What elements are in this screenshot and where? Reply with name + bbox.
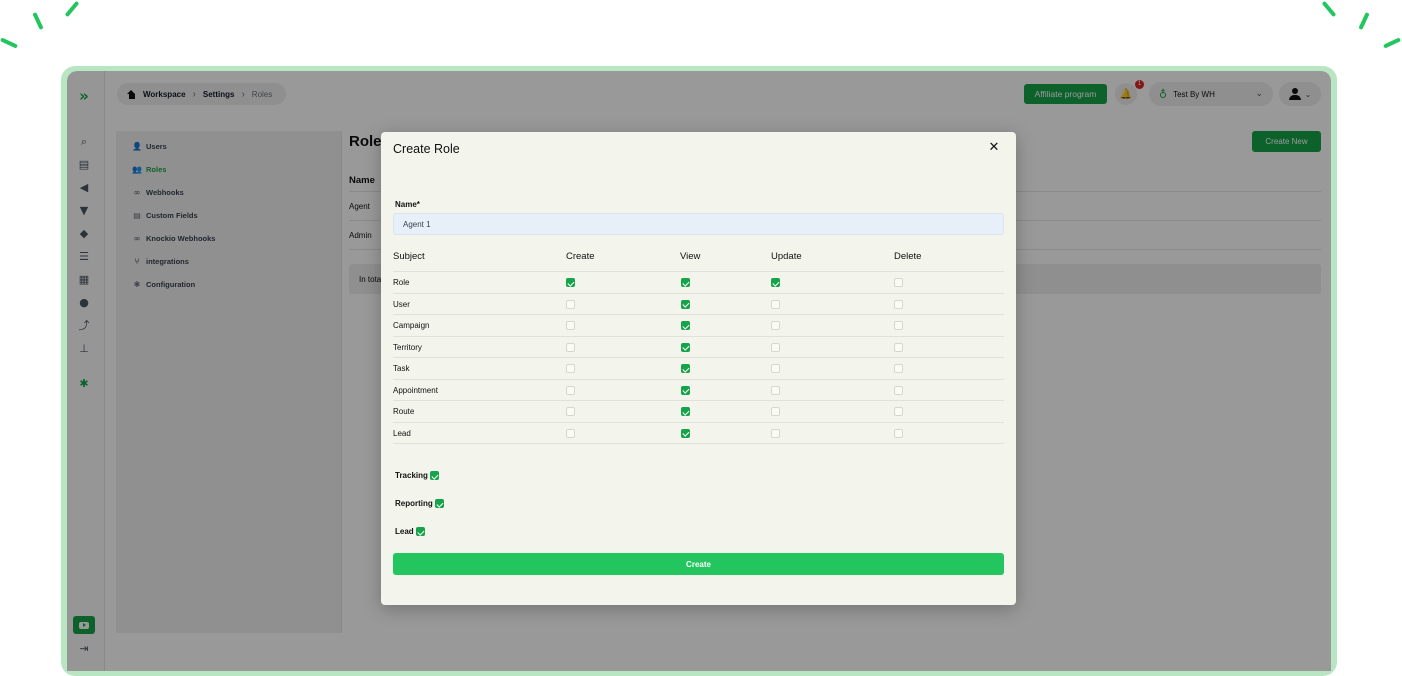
delete-permission-checkbox[interactable] xyxy=(894,385,903,395)
view-permission-checkbox[interactable] xyxy=(681,364,690,373)
create-button[interactable]: Create xyxy=(393,553,1004,575)
permission-row: Lead xyxy=(393,423,1004,444)
sparkle-decoration xyxy=(32,11,44,31)
view-permission-checkbox[interactable] xyxy=(681,385,690,395)
permission-row: Territory xyxy=(393,337,1004,358)
create-permission-checkbox[interactable] xyxy=(566,321,575,330)
name-label: Name* xyxy=(395,200,420,209)
permission-subject: Appointment xyxy=(393,385,438,395)
app-window: » ⌕ ▤ ◀ ▼ ◆ ☰ ▦ ● ⤴ ⊥ ✱ ⇥ Workspace › Se… xyxy=(67,71,1331,671)
permissions-table: Subject Create View Update Delete Role Us… xyxy=(393,246,1004,444)
modal-title: Create Role xyxy=(393,142,460,156)
delete-permission-checkbox[interactable] xyxy=(894,407,903,416)
permission-row: Campaign xyxy=(393,315,1004,337)
create-permission-checkbox[interactable] xyxy=(566,428,575,438)
update-permission-checkbox[interactable] xyxy=(771,342,780,352)
sparkle-decoration xyxy=(1382,37,1402,49)
permission-subject: Task xyxy=(393,364,410,373)
view-permission-checkbox[interactable] xyxy=(681,428,690,438)
lead-checkbox[interactable] xyxy=(415,527,425,536)
permission-row: Task xyxy=(393,358,1004,380)
column-create: Create xyxy=(566,251,595,262)
delete-permission-checkbox[interactable] xyxy=(894,428,903,438)
sparkle-decoration xyxy=(0,37,19,49)
permission-row: Appointment xyxy=(393,380,1004,401)
delete-permission-checkbox[interactable] xyxy=(894,364,903,373)
reporting-option: Reporting xyxy=(395,499,444,508)
create-permission-checkbox[interactable] xyxy=(566,364,575,373)
update-permission-checkbox[interactable] xyxy=(771,321,780,330)
close-icon[interactable]: ✕ xyxy=(987,141,1001,155)
update-permission-checkbox[interactable] xyxy=(771,278,780,287)
column-delete: Delete xyxy=(894,251,922,262)
delete-permission-checkbox[interactable] xyxy=(894,299,903,309)
permission-subject: Route xyxy=(393,407,415,416)
reporting-label: Reporting xyxy=(395,499,433,508)
column-subject: Subject xyxy=(393,251,425,262)
create-role-modal: Create Role ✕ Name* Subject Create View … xyxy=(381,132,1016,605)
view-permission-checkbox[interactable] xyxy=(681,278,690,287)
lead-label: Lead xyxy=(395,527,414,536)
update-permission-checkbox[interactable] xyxy=(771,299,780,309)
sparkle-decoration xyxy=(64,0,80,18)
permission-subject: User xyxy=(393,299,410,309)
update-permission-checkbox[interactable] xyxy=(771,407,780,416)
permission-row: User xyxy=(393,294,1004,315)
column-view: View xyxy=(680,251,701,262)
sparkle-decoration xyxy=(1321,0,1337,18)
view-permission-checkbox[interactable] xyxy=(681,342,690,352)
permission-subject: Territory xyxy=(393,342,422,352)
reporting-checkbox[interactable] xyxy=(434,499,444,508)
permission-subject: Role xyxy=(393,278,410,287)
view-permission-checkbox[interactable] xyxy=(681,321,690,330)
tracking-checkbox[interactable] xyxy=(429,471,439,480)
update-permission-checkbox[interactable] xyxy=(771,364,780,373)
sparkle-decoration xyxy=(1358,11,1370,31)
permission-subject: Campaign xyxy=(393,321,430,330)
column-update: Update xyxy=(771,251,802,262)
create-permission-checkbox[interactable] xyxy=(566,299,575,309)
tracking-option: Tracking xyxy=(395,471,439,480)
update-permission-checkbox[interactable] xyxy=(771,385,780,395)
permission-subject: Lead xyxy=(393,428,411,438)
create-permission-checkbox[interactable] xyxy=(566,385,575,395)
view-permission-checkbox[interactable] xyxy=(681,299,690,309)
permission-row: Role xyxy=(393,272,1004,294)
delete-permission-checkbox[interactable] xyxy=(894,278,903,287)
delete-permission-checkbox[interactable] xyxy=(894,342,903,352)
create-permission-checkbox[interactable] xyxy=(566,278,575,287)
tracking-label: Tracking xyxy=(395,471,428,480)
delete-permission-checkbox[interactable] xyxy=(894,321,903,330)
update-permission-checkbox[interactable] xyxy=(771,428,780,438)
permissions-header: Subject Create View Update Delete xyxy=(393,246,1004,272)
name-field[interactable] xyxy=(393,213,1004,235)
create-permission-checkbox[interactable] xyxy=(566,407,575,416)
create-permission-checkbox[interactable] xyxy=(566,342,575,352)
lead-option: Lead xyxy=(395,527,425,536)
view-permission-checkbox[interactable] xyxy=(681,407,690,416)
permission-row: Route xyxy=(393,401,1004,423)
